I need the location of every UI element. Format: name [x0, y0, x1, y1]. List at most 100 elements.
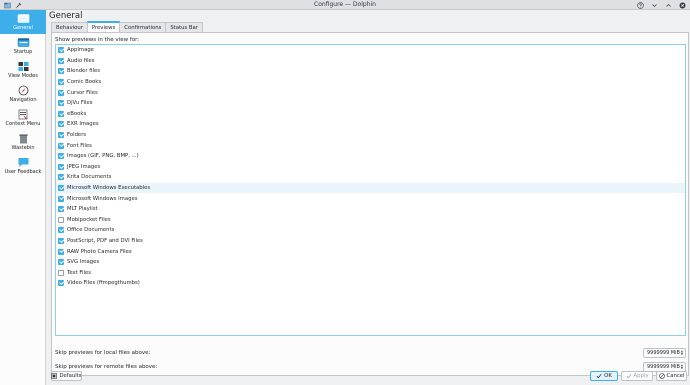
- close-icon[interactable]: [678, 1, 686, 9]
- skip-local-row: Skip previews for local files above: 999…: [55, 348, 686, 358]
- skip-local-label: Skip previews for local files above:: [55, 350, 151, 356]
- list-item[interactable]: Microsoft Windows Images: [56, 193, 685, 204]
- sidebar-item-context-menu[interactable]: Context Menu: [0, 106, 46, 130]
- app-menu-icon[interactable]: [3, 1, 11, 9]
- checkbox-unchecked[interactable]: [58, 269, 64, 276]
- sidebar-item-startup[interactable]: Startup: [0, 34, 46, 58]
- list-item[interactable]: Images (GIF, PNG, BMP, ...): [56, 151, 685, 162]
- list-item[interactable]: Font Files: [56, 140, 685, 151]
- checkbox-checked[interactable]: [58, 227, 64, 234]
- list-item[interactable]: AppImage: [56, 45, 685, 56]
- list-item[interactable]: Comic Books: [56, 77, 685, 88]
- list-item[interactable]: Video Files (ffmpegthumbs): [56, 278, 685, 289]
- list-item[interactable]: EXR Images: [56, 119, 685, 130]
- checkbox-checked[interactable]: [58, 174, 64, 181]
- preview-types-list[interactable]: AppImage Audio files Blender files Comic Bo…: [55, 44, 686, 336]
- minimize-icon[interactable]: [650, 1, 658, 9]
- checkbox-checked[interactable]: [58, 153, 64, 160]
- list-item-label: Audio files: [67, 57, 95, 64]
- checkbox-checked[interactable]: [58, 132, 64, 139]
- maximize-icon[interactable]: [664, 1, 672, 9]
- list-item[interactable]: Office Documents: [56, 225, 685, 236]
- list-item[interactable]: Text Files: [56, 267, 685, 278]
- list-item-label: DjVu Files: [67, 100, 93, 107]
- checkbox-checked[interactable]: [58, 195, 64, 202]
- sidebar-item-label: Wastebin: [11, 145, 35, 151]
- defaults-label: Defaults: [59, 373, 82, 379]
- defaults-button[interactable]: Defaults: [51, 371, 82, 381]
- list-item[interactable]: eBooks: [56, 109, 685, 120]
- checkbox-checked[interactable]: [58, 110, 64, 117]
- list-item[interactable]: JPEG Images: [56, 162, 685, 173]
- pin-icon[interactable]: [14, 1, 22, 9]
- list-item-label: Text Files: [67, 269, 92, 276]
- checkbox-checked[interactable]: [58, 163, 64, 170]
- list-item[interactable]: SVG Images: [56, 257, 685, 268]
- checkbox-checked[interactable]: [58, 280, 64, 287]
- sidebar-item-label: General: [13, 25, 33, 31]
- checkbox-checked[interactable]: [58, 47, 64, 54]
- skip-local-spinbox[interactable]: 9999999 MiB ▲ ▼: [643, 348, 686, 358]
- sidebar-item-wastebin[interactable]: Wastebin: [0, 130, 46, 154]
- sidebar-item-general[interactable]: General: [0, 10, 46, 34]
- list-item-label: eBooks: [67, 110, 87, 117]
- sidebar-item-label: View Modes: [8, 73, 38, 79]
- checkbox-unchecked[interactable]: [58, 216, 64, 223]
- checkbox-checked[interactable]: [58, 248, 64, 255]
- defaults-icon: [51, 373, 58, 379]
- checkbox-checked[interactable]: [58, 57, 64, 64]
- sidebar-item-user-feedback[interactable]: User Feedback: [0, 154, 46, 178]
- user-feedback-icon: [18, 158, 28, 167]
- checkbox-checked[interactable]: [58, 68, 64, 75]
- previews-panel: Show previews in the view for: AppImage A…: [51, 32, 689, 376]
- apply-label: Apply: [633, 373, 649, 379]
- list-item-label: Blender files: [67, 68, 101, 75]
- wastebin-icon: [18, 134, 28, 144]
- cancel-icon: [658, 373, 665, 379]
- sidebar-item-label: Context Menu: [5, 121, 41, 127]
- checkbox-checked[interactable]: [58, 142, 64, 149]
- cancel-button[interactable]: Cancel: [656, 371, 687, 381]
- list-item[interactable]: RAW Photo Camera Files: [56, 246, 685, 257]
- list-item-label: RAW Photo Camera Files: [67, 248, 132, 255]
- checkbox-checked[interactable]: [58, 89, 64, 96]
- list-item[interactable]: Microsoft Windows Executables: [56, 182, 685, 194]
- checkbox-checked[interactable]: [58, 79, 64, 86]
- list-item-label: PostScript, PDF and DVI Files: [67, 237, 143, 244]
- list-item[interactable]: Blender files: [56, 66, 685, 77]
- sidebar-item-label: Startup: [13, 49, 33, 55]
- list-item[interactable]: Folders: [56, 130, 685, 141]
- sidebar-item-view-modes[interactable]: View Modes: [0, 58, 46, 82]
- ok-button[interactable]: OK: [590, 371, 618, 381]
- list-item-label: Video Files (ffmpegthumbs): [67, 280, 140, 287]
- list-item-label: EXR Images: [67, 121, 99, 128]
- tab-confirmations[interactable]: Confirmations: [119, 22, 167, 32]
- ok-label: OK: [604, 373, 612, 379]
- checkbox-checked[interactable]: [58, 259, 64, 266]
- tab-previews[interactable]: Previews: [86, 21, 121, 32]
- tab-status-bar[interactable]: Status Bar: [165, 22, 203, 32]
- list-item[interactable]: Mobipocket Files: [56, 215, 685, 226]
- list-item[interactable]: Cursor Files: [56, 87, 685, 98]
- checkbox-checked[interactable]: [58, 121, 64, 128]
- list-item[interactable]: Audio files: [56, 56, 685, 67]
- settings-sidebar: General Startup View Modes Navigation Co…: [0, 10, 46, 385]
- general-icon: [17, 14, 29, 23]
- spin-arrows-icon[interactable]: ▲ ▼: [681, 350, 683, 356]
- list-item[interactable]: DjVu Files: [56, 98, 685, 109]
- checkbox-checked[interactable]: [58, 206, 64, 213]
- checkbox-checked[interactable]: [58, 100, 64, 107]
- sidebar-item-navigation[interactable]: Navigation: [0, 82, 46, 106]
- list-item[interactable]: Krita Documents: [56, 172, 685, 183]
- list-item-label: Mobipocket Files: [67, 216, 111, 223]
- help-icon[interactable]: [636, 1, 644, 9]
- cancel-label: Cancel: [666, 373, 685, 379]
- checkbox-checked[interactable]: [58, 185, 64, 192]
- list-item[interactable]: PostScript, PDF and DVI Files: [56, 236, 685, 247]
- apply-button[interactable]: Apply: [621, 371, 653, 381]
- tab-behaviour[interactable]: Behaviour: [51, 22, 88, 32]
- list-item-label: Comic Books: [67, 79, 102, 86]
- list-item[interactable]: MLT Playlist: [56, 204, 685, 215]
- page-title: General: [49, 11, 83, 21]
- checkbox-checked[interactable]: [58, 237, 64, 244]
